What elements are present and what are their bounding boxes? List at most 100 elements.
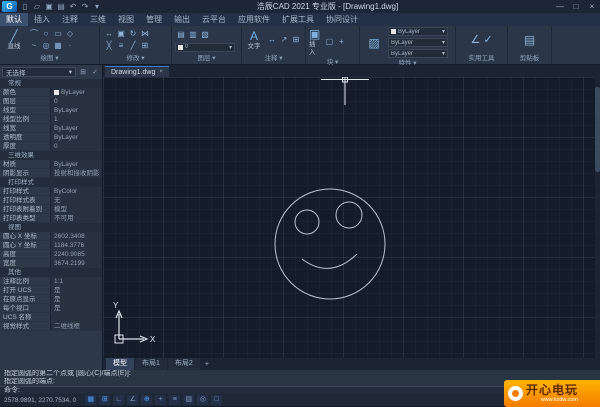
- layer-dropdown[interactable]: 0 ▾: [175, 42, 235, 52]
- linetype-dropdown[interactable]: ByLayer ▾: [388, 38, 448, 47]
- ribbon-tab-cloud[interactable]: 云平台: [196, 13, 232, 26]
- property-row-annotation-scale[interactable]: 注释比例 1:1: [0, 277, 102, 286]
- ribbon-tab-express[interactable]: 扩展工具: [276, 13, 320, 26]
- match-properties-button[interactable]: ▨: [363, 36, 385, 50]
- layer-state-icon[interactable]: ▥: [187, 29, 199, 41]
- transparency-toggle-icon[interactable]: ▨: [183, 395, 195, 405]
- lineweight-dropdown[interactable]: ByLayer ▾: [388, 49, 448, 58]
- property-row-ucs-on[interactable]: 打开 UCS 是: [0, 286, 102, 295]
- property-row-center-x[interactable]: 圆心 X 坐标 2602.3408: [0, 232, 102, 241]
- tab-layout2[interactable]: 布局2: [167, 358, 200, 370]
- property-row-lineweight[interactable]: 线宽 ByLayer: [0, 124, 102, 133]
- ribbon-tab-output[interactable]: 输出: [168, 13, 196, 26]
- arc-tool-icon[interactable]: ⌒: [28, 28, 40, 40]
- right-eye-circle[interactable]: [335, 201, 363, 229]
- ribbon-tab-3d[interactable]: 三维: [84, 13, 112, 26]
- property-row-width[interactable]: 宽度 3674.2199: [0, 259, 102, 268]
- property-row-linetype-scale[interactable]: 线型比例 1: [0, 115, 102, 124]
- palette-section-3d-effects[interactable]: 三维效果: [0, 151, 102, 160]
- property-row-thickness[interactable]: 厚度 0: [0, 142, 102, 151]
- new-file-icon[interactable]: ▯: [19, 0, 31, 13]
- redo-icon[interactable]: ↷: [79, 0, 91, 13]
- drawing-canvas-svg[interactable]: Y X: [103, 77, 600, 358]
- erase-tool-icon[interactable]: ╳: [103, 40, 115, 52]
- minimize-button[interactable]: —: [552, 0, 568, 13]
- add-layout-icon[interactable]: +: [201, 361, 213, 368]
- selection-dropdown[interactable]: 无选择 ▾: [2, 67, 76, 77]
- open-file-icon[interactable]: ▱: [31, 0, 43, 13]
- property-row-visual-style[interactable]: 视觉样式 二维线框: [0, 322, 102, 331]
- ellipse-tool-icon[interactable]: ◎: [40, 40, 52, 52]
- polar-toggle-icon[interactable]: ∠: [127, 395, 139, 405]
- polygon-tool-icon[interactable]: ◇: [64, 28, 76, 40]
- smile-arc[interactable]: [301, 253, 358, 269]
- leader-tool-icon[interactable]: ↗: [278, 34, 290, 46]
- tab-model[interactable]: 模型: [106, 358, 134, 370]
- property-row-layer[interactable]: 图层 0: [0, 97, 102, 106]
- osnap-toggle-icon[interactable]: ⊕: [141, 395, 153, 405]
- circle-tool-icon[interactable]: ○: [40, 28, 52, 40]
- insert-block-button[interactable]: ▣ 插入: [309, 27, 320, 57]
- otrack-toggle-icon[interactable]: +: [155, 395, 167, 405]
- fullscreen-toggle-icon[interactable]: □: [211, 395, 223, 405]
- property-row-plot-style[interactable]: 打印样式 ByColor: [0, 187, 102, 196]
- ribbon-tab-insert[interactable]: 插入: [28, 13, 56, 26]
- property-row-height[interactable]: 高度 2240.9085: [0, 250, 102, 259]
- quick-select-icon[interactable]: ✓: [90, 68, 100, 76]
- left-eye-circle[interactable]: [294, 209, 320, 235]
- toggle-pickadd-icon[interactable]: ⊞: [78, 68, 88, 76]
- rotate-tool-icon[interactable]: ↻: [127, 28, 139, 40]
- file-tab-drawing1[interactable]: Drawing1.dwg ×: [105, 66, 169, 77]
- property-row-center-y[interactable]: 圆心 Y 坐标 1184.3776: [0, 241, 102, 250]
- palette-section-misc[interactable]: 其他: [0, 268, 102, 277]
- mirror-tool-icon[interactable]: ⋈: [139, 28, 151, 40]
- save-file-icon[interactable]: ▣: [43, 0, 55, 13]
- ribbon-tab-collaborate[interactable]: 协同设计: [320, 13, 364, 26]
- spline-tool-icon[interactable]: ~: [28, 40, 40, 52]
- measure-tool-icon[interactable]: ∠: [470, 34, 480, 46]
- lineweight-toggle-icon[interactable]: ≡: [169, 395, 181, 405]
- color-dropdown[interactable]: ByLayer ▾: [388, 27, 448, 36]
- trim-tool-icon[interactable]: ╱: [127, 40, 139, 52]
- modify-panel-label[interactable]: 修改 ▾: [100, 54, 171, 64]
- property-row-plot-style-table[interactable]: 打印样式表 无: [0, 196, 102, 205]
- selection-cycling-icon[interactable]: ◎: [197, 395, 209, 405]
- property-row-linetype[interactable]: 线型 ByLayer: [0, 106, 102, 115]
- move-tool-icon[interactable]: ↔: [103, 28, 115, 40]
- palette-section-general[interactable]: 常规: [0, 79, 102, 88]
- face-circle[interactable]: [274, 188, 386, 300]
- close-icon[interactable]: ×: [159, 69, 163, 75]
- tab-layout1[interactable]: 布局1: [135, 358, 167, 370]
- vertical-scrollbar[interactable]: [595, 77, 600, 358]
- ribbon-tab-apps[interactable]: 应用软件: [232, 13, 276, 26]
- layer-list-icon[interactable]: ▤: [175, 29, 187, 41]
- property-row-ucs-name[interactable]: UCS 名称: [0, 313, 102, 322]
- property-row-plot-table-attached[interactable]: 打印表附着到 模型: [0, 205, 102, 214]
- scrollbar-thumb[interactable]: [595, 87, 600, 172]
- maximize-button[interactable]: □: [568, 0, 584, 13]
- paste-icon[interactable]: ▤: [524, 34, 535, 46]
- palette-section-view[interactable]: 视图: [0, 223, 102, 232]
- text-tool-button[interactable]: A 文字: [245, 29, 263, 51]
- point-tool-icon[interactable]: ·: [64, 40, 76, 52]
- undo-icon[interactable]: ↶: [67, 0, 79, 13]
- copy-tool-icon[interactable]: ▣: [115, 28, 127, 40]
- table-tool-icon[interactable]: ⊞: [290, 34, 302, 46]
- property-row-ucs-per-viewport[interactable]: 每个视口 是: [0, 304, 102, 313]
- layers-panel-label[interactable]: 图层 ▾: [172, 54, 241, 64]
- rectangle-tool-icon[interactable]: ▭: [52, 28, 64, 40]
- close-button[interactable]: ×: [584, 0, 600, 13]
- offset-tool-icon[interactable]: ≡: [115, 40, 127, 52]
- utilities-panel-label[interactable]: 实用工具: [456, 54, 507, 64]
- property-row-transparency[interactable]: 透明度 ByLayer: [0, 133, 102, 142]
- plot-icon[interactable]: ▤: [55, 0, 67, 13]
- create-block-icon[interactable]: ▢: [323, 36, 335, 48]
- edit-block-icon[interactable]: +: [335, 36, 347, 48]
- draw-panel-label[interactable]: 绘图 ▾: [0, 54, 99, 64]
- property-row-shadow-display[interactable]: 阴影显示 投射和接收阴影: [0, 169, 102, 178]
- array-tool-icon[interactable]: ⊞: [139, 40, 151, 52]
- ribbon-tab-manage[interactable]: 管理: [140, 13, 168, 26]
- snap-toggle-icon[interactable]: ▦: [85, 395, 97, 405]
- layer-isolate-icon[interactable]: ▧: [199, 29, 211, 41]
- quick-select-icon[interactable]: ✓: [483, 34, 492, 46]
